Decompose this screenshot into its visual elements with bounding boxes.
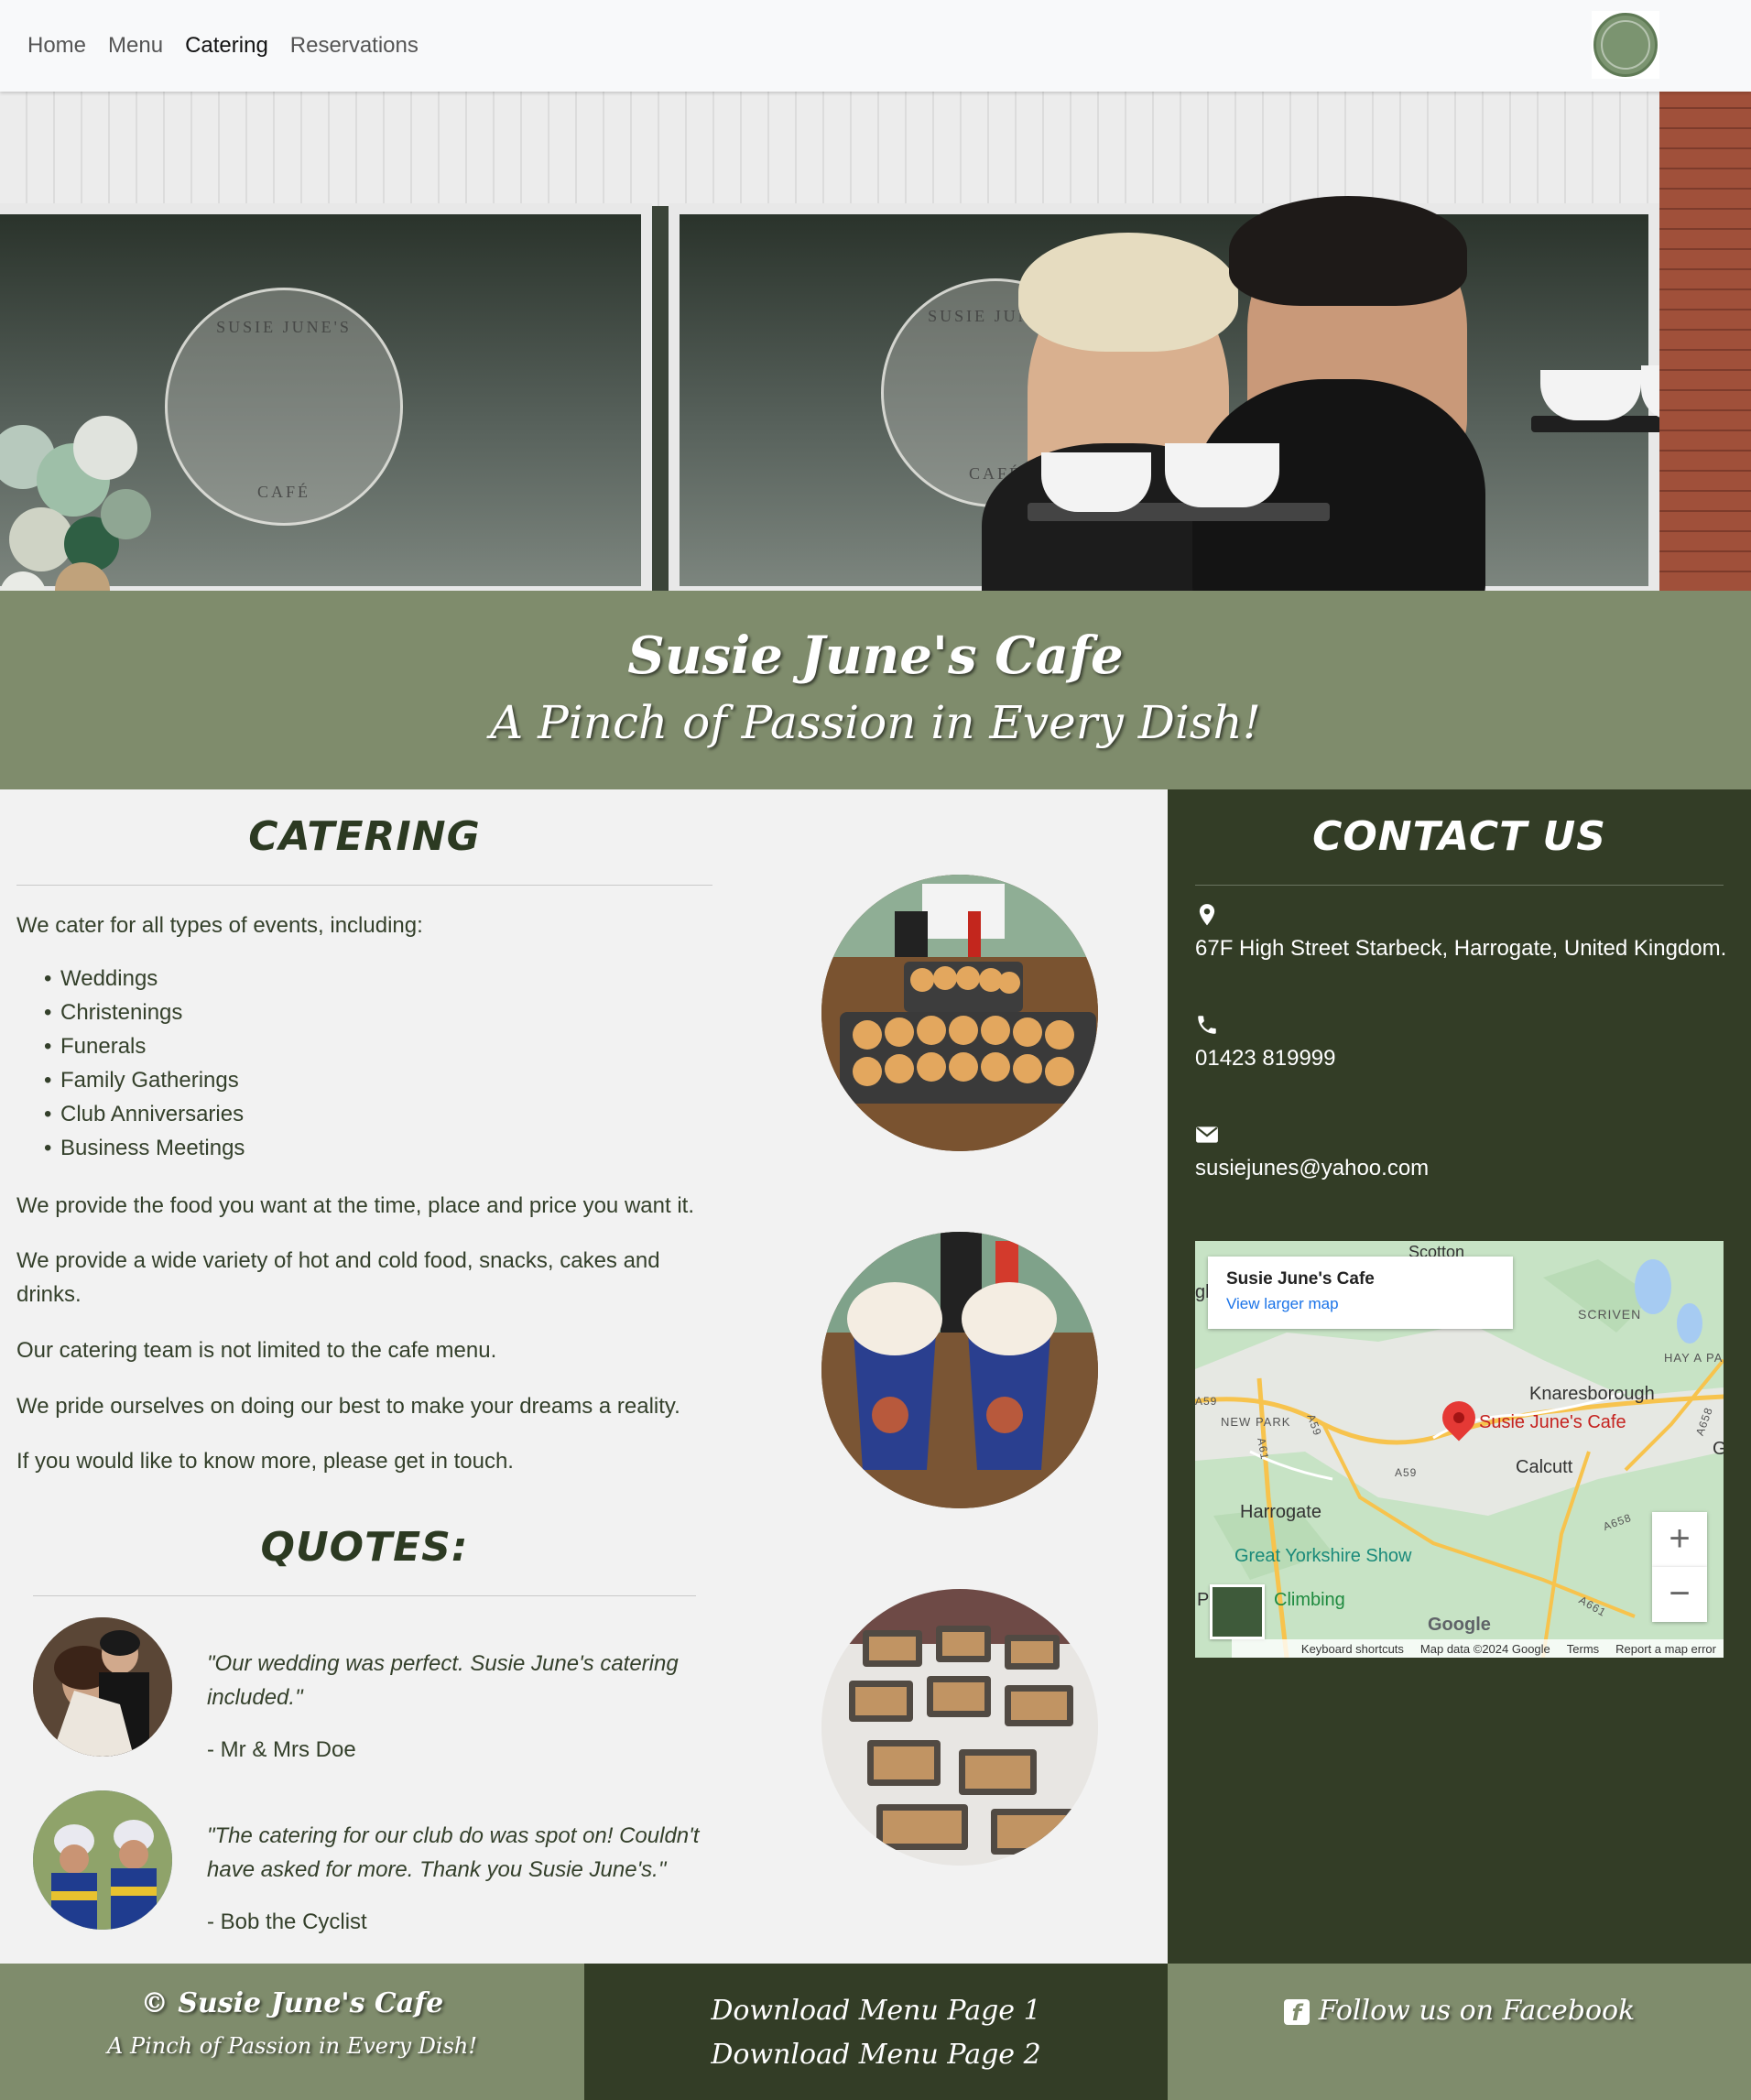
keyboard-shortcuts-link[interactable]: Keyboard shortcuts: [1301, 1642, 1404, 1656]
catering-cakes-image: [821, 1589, 1098, 1866]
list-item: Business Meetings: [44, 1131, 245, 1165]
footer-social: f Follow us on Facebook: [1168, 1964, 1751, 2100]
map-data-credit: Map data ©2024 Google: [1419, 1641, 1550, 1656]
site-tagline: A Pinch of Passion in Every Dish!: [490, 696, 1261, 749]
zoom-in-button[interactable]: +: [1652, 1512, 1707, 1567]
nav-menu[interactable]: Menu: [108, 33, 163, 59]
catering-divider: [16, 885, 712, 886]
footer-title: © Susie June's Cafe: [140, 1987, 444, 2019]
footer-copyright: © Susie June's Cafe A Pinch of Passion i…: [0, 1964, 584, 2100]
map-place-name: Susie June's Cafe: [1226, 1269, 1375, 1289]
envelope-icon: [1196, 1126, 1218, 1143]
footer-downloads: Download Menu Page 1 Download Menu Page …: [584, 1964, 1168, 2100]
nav-links: Home Menu Catering Reservations: [27, 33, 419, 59]
facebook-link-label: Follow us on Facebook: [1318, 1995, 1636, 2027]
avatar: [33, 1790, 172, 1930]
catering-intro: We cater for all types of events, includ…: [16, 913, 423, 938]
catering-paragraph: We provide the food you want at the time…: [16, 1193, 694, 1218]
catering-food-image: [821, 875, 1098, 1151]
avatar: [33, 1617, 172, 1757]
map-terms-link[interactable]: Terms: [1567, 1642, 1599, 1656]
list-item: Club Anniversaries: [44, 1097, 245, 1131]
quote-text: "Our wedding was perfect. Susie June's c…: [207, 1651, 679, 1710]
list-item: Weddings: [44, 962, 245, 996]
event-list: Weddings Christenings Funerals Family Ga…: [44, 962, 245, 1165]
quote-author: - Bob the Cyclist: [207, 1910, 367, 1934]
download-menu-page-2-link[interactable]: Download Menu Page 2: [584, 2039, 1168, 2071]
catering-drinks-image: [821, 1232, 1098, 1508]
report-map-error-link[interactable]: Report a map error: [1615, 1642, 1716, 1656]
facebook-link[interactable]: f Follow us on Facebook: [1168, 1995, 1751, 2027]
site-title: Susie June's Cafe: [627, 626, 1124, 686]
catering-heading: CATERING: [248, 813, 481, 860]
catering-paragraph: We pride ourselves on doing our best to …: [16, 1394, 680, 1419]
navbar: Home Menu Catering Reservations: [0, 0, 1751, 92]
map-type-toggle[interactable]: [1210, 1584, 1265, 1639]
facebook-icon: f: [1283, 1999, 1310, 2026]
view-larger-map-link[interactable]: View larger map: [1226, 1295, 1495, 1313]
nav-reservations[interactable]: Reservations: [290, 33, 419, 59]
title-banner: Susie June's Cafe A Pinch of Passion in …: [0, 591, 1751, 789]
quote-author: - Mr & Mrs Doe: [207, 1737, 356, 1762]
phone-icon: [1198, 1016, 1216, 1034]
nav-catering[interactable]: Catering: [185, 33, 268, 59]
contact-email[interactable]: susiejunes@yahoo.com: [1195, 1156, 1429, 1181]
contact-phone[interactable]: 01423 819999: [1195, 1046, 1336, 1072]
cafe-logo-icon: [1593, 13, 1658, 77]
google-map[interactable]: Scotton SCRIVEN HAY A PA Knaresborough S…: [1195, 1241, 1724, 1658]
contact-divider: [1195, 885, 1724, 886]
hero-image: SUSIE JUNE'S CAFÉ SUSIE JUNE'S CAFÉ: [0, 92, 1751, 591]
map-info-card: Susie June's Cafe View larger map: [1208, 1257, 1513, 1329]
list-item: Funerals: [44, 1029, 245, 1063]
contact-section: CONTACT US 67F High Street Starbeck, Har…: [1168, 789, 1751, 1964]
quote-text: "The catering for our club do was spot o…: [207, 1823, 700, 1882]
contact-address: 67F High Street Starbeck, Harrogate, Uni…: [1195, 936, 1727, 961]
footer-tagline: A Pinch of Passion in Every Dish!: [107, 2033, 477, 2059]
contact-heading: CONTACT US: [1312, 813, 1606, 860]
map-marker-icon: [1199, 904, 1215, 926]
catering-paragraph: Our catering team is not limited to the …: [16, 1338, 497, 1363]
list-item: Family Gatherings: [44, 1063, 245, 1097]
google-logo: Google: [1428, 1615, 1491, 1635]
zoom-out-button[interactable]: −: [1652, 1567, 1707, 1622]
catering-paragraph: We provide a wide variety of hot and col…: [16, 1248, 660, 1307]
nav-logo[interactable]: [1592, 11, 1659, 79]
map-footer: Keyboard shortcuts Map data ©2024 Google…: [1232, 1639, 1724, 1658]
catering-paragraph: If you would like to know more, please g…: [16, 1449, 514, 1474]
download-menu-page-1-link[interactable]: Download Menu Page 1: [584, 1995, 1168, 2027]
nav-home[interactable]: Home: [27, 33, 86, 59]
quotes-heading: QUOTES:: [260, 1524, 469, 1571]
quotes-divider: [33, 1595, 696, 1596]
list-item: Christenings: [44, 996, 245, 1029]
